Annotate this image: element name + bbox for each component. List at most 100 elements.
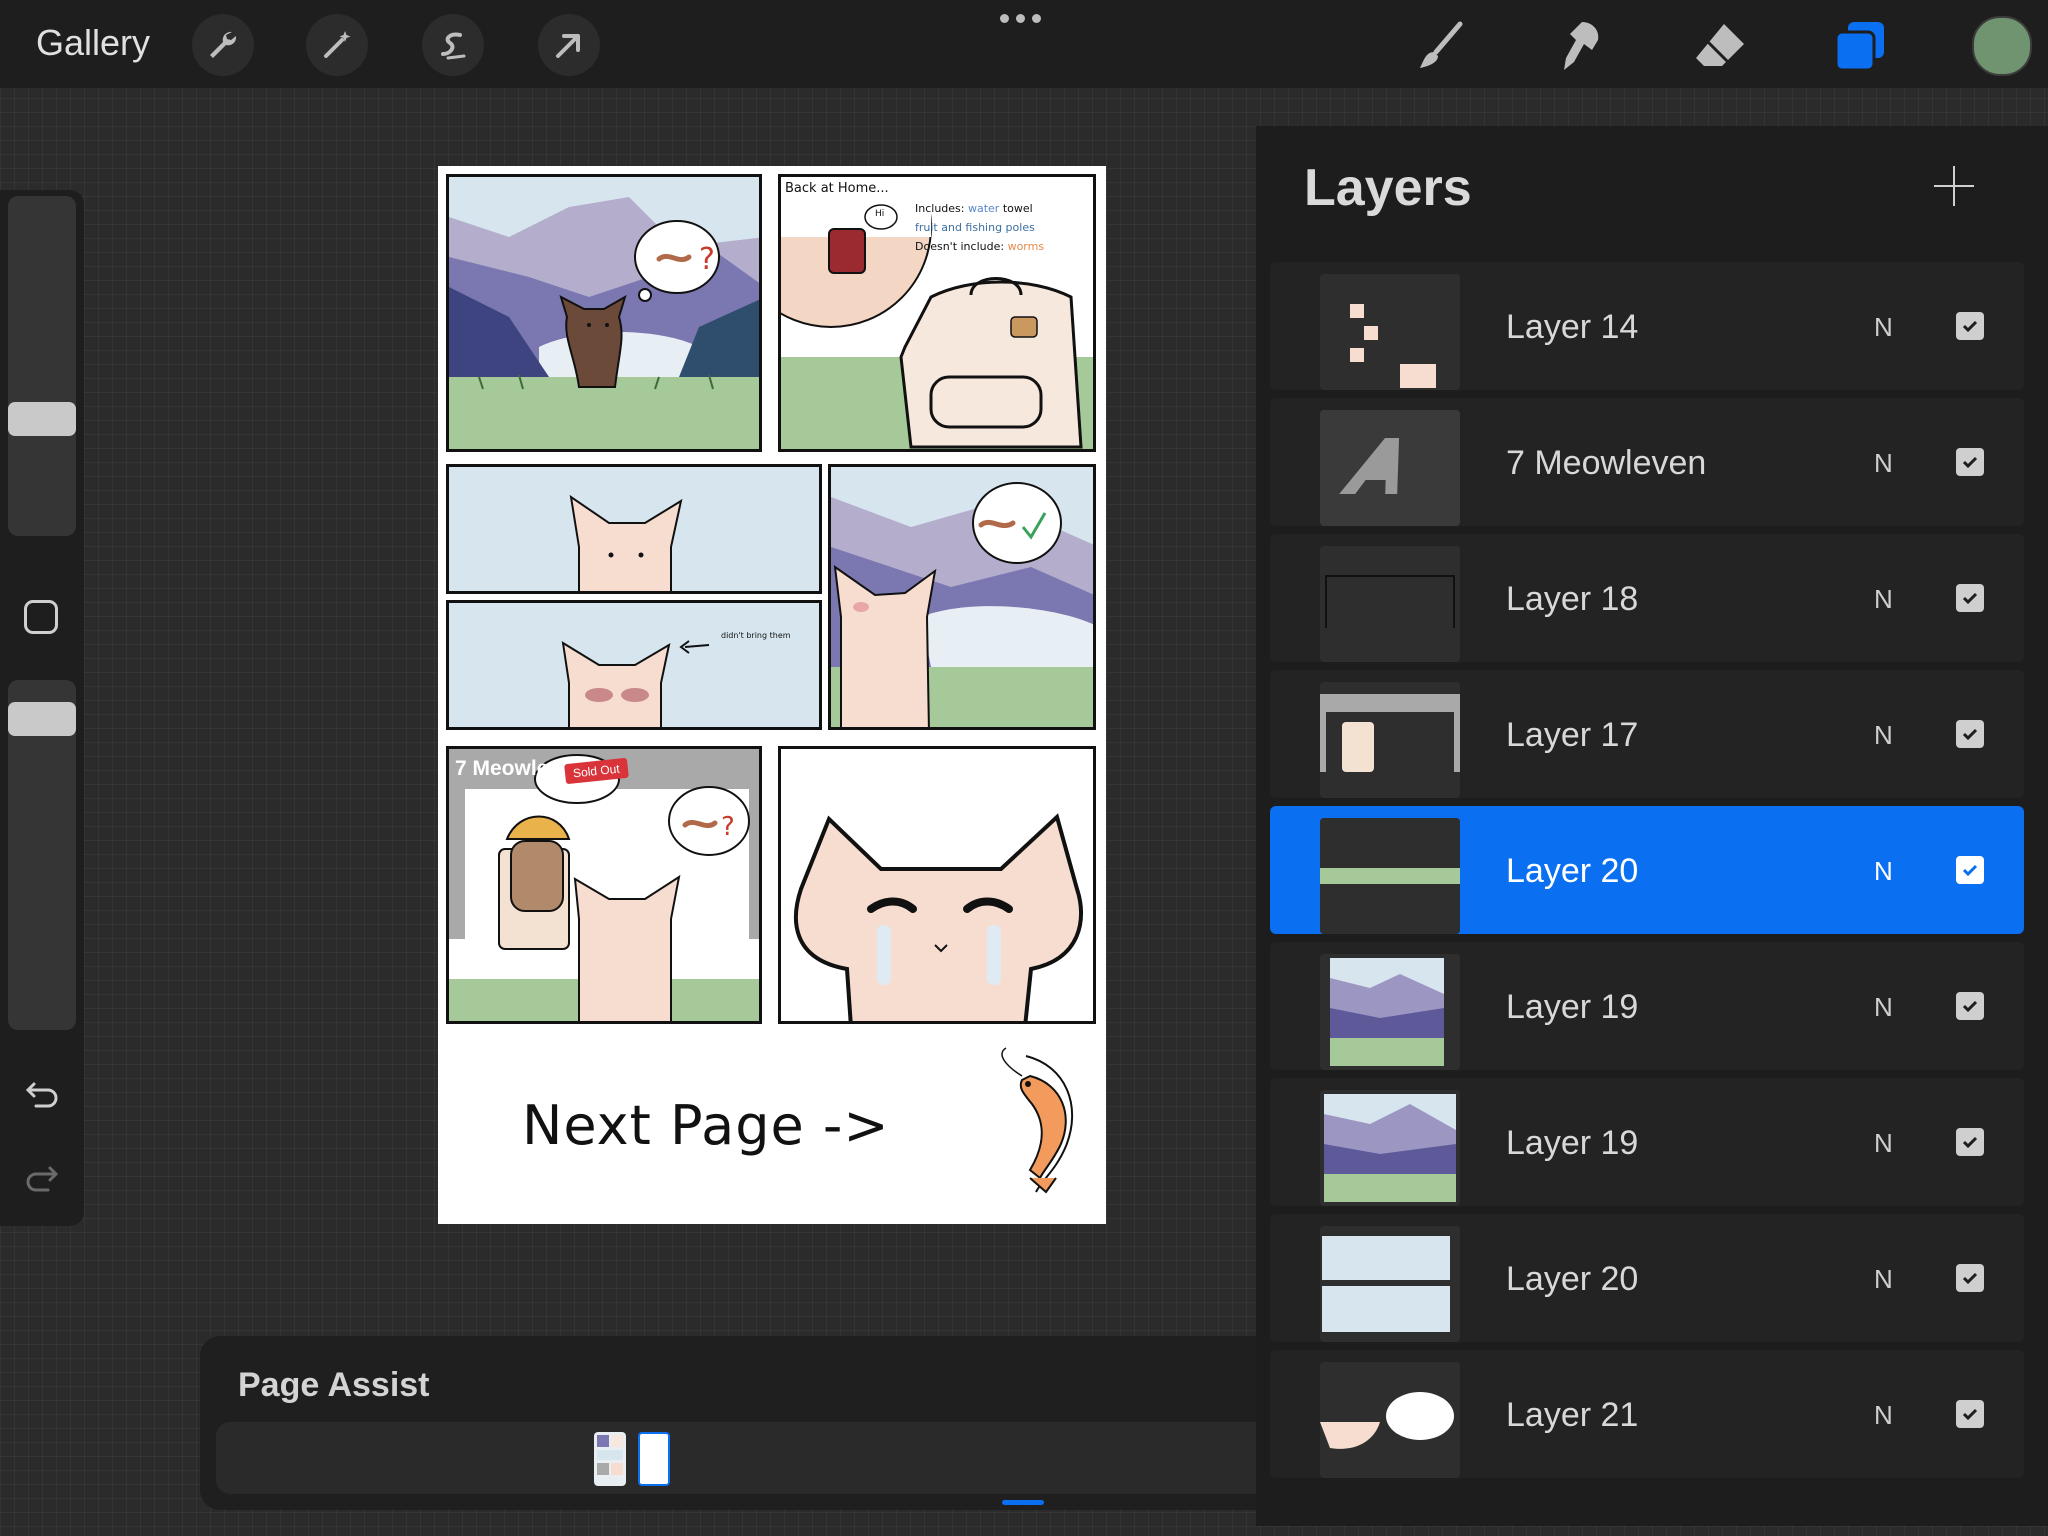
comic-panel-7 [778,746,1096,1024]
blend-mode[interactable]: N [1874,992,1893,1023]
includes-fruit-poles: fruit and fishing poles [915,221,1035,234]
comic-panel-5 [828,464,1096,730]
checkmark-icon [1962,320,1978,333]
home-indicator [1002,1500,1044,1505]
visibility-checkbox[interactable] [1956,1128,1984,1156]
blend-mode[interactable]: N [1874,1128,1893,1159]
layer-thumbnail-art [1320,954,1460,1070]
panel-2-small-bubble-text: Hi [875,209,885,219]
layer-thumbnail [1320,1362,1460,1478]
layer-name: Layer 18 [1506,580,1639,618]
layer-row[interactable]: Layer 19 N [1270,942,2024,1070]
layer-name: Layer 17 [1506,716,1639,754]
comic-panel-4: didn't bring them [446,600,822,730]
top-toolbar: Gallery [0,0,2048,88]
layer-thumbnail-art [1320,818,1460,934]
layer-row[interactable]: Layer 17 N [1270,670,2024,798]
redo-button[interactable] [20,1154,64,1198]
layers-button[interactable] [1830,16,1890,76]
undo-button[interactable] [20,1070,64,1114]
layer-name: Layer 20 [1506,852,1639,890]
page-assist-title: Page Assist [238,1366,430,1404]
blend-mode[interactable]: N [1874,1264,1893,1295]
modify-button[interactable] [24,600,58,634]
layers-icon [1834,22,1884,72]
visibility-checkbox[interactable] [1956,448,1984,476]
layer-thumbnail-art [1320,682,1460,798]
layer-name: 7 Meowleven [1506,444,1707,482]
adjustments-button[interactable] [306,14,368,76]
panel-2-caption: Back at Home... [785,181,889,196]
transform-button[interactable] [538,14,600,76]
wrench-icon [210,31,237,58]
eraser-icon [1696,24,1744,66]
actions-button[interactable] [192,14,254,76]
smudge-icon [1564,22,1599,70]
layer-row[interactable]: Layer 19 N [1270,1078,2024,1206]
comic-panel-3 [446,464,822,594]
layer-name: Layer 14 [1506,308,1639,346]
text-layer-thumbnail [1320,410,1460,526]
smudge-button[interactable] [1550,16,1610,76]
plus-icon[interactable] [1932,164,1976,208]
page-thumbnail-2-active[interactable] [638,1432,670,1486]
layer-thumbnail-art [1320,1362,1460,1478]
selection-icon [441,32,466,60]
page-thumbnail-1[interactable] [594,1432,626,1486]
eraser-button[interactable] [1690,16,1750,76]
checkmark-icon [1962,1408,1978,1421]
comic-panel-1: ? [446,174,762,452]
includes-towel: towel [1002,202,1033,215]
svg-text:?: ? [699,242,715,277]
visibility-checkbox[interactable] [1956,1400,1984,1428]
layer-row[interactable]: Layer 21 N [1270,1350,2024,1478]
gallery-button[interactable]: Gallery [36,22,150,64]
lake-scene-illustration: ? [449,177,759,449]
visibility-checkbox[interactable] [1956,312,1984,340]
layer-row[interactable]: Layer 20 N [1270,1214,2024,1342]
cat-face-illustration [449,467,819,591]
brush-button[interactable] [1410,16,1470,76]
brush-size-thumb[interactable] [8,402,76,436]
brush-size-slider[interactable] [8,196,76,536]
layer-row[interactable]: 7 Meowleven N [1270,398,2024,526]
blend-mode[interactable]: N [1874,1400,1893,1431]
doesnt-include-label: Doesn't include: [915,240,1005,253]
layer-row-selected[interactable]: Layer 20 N [1270,806,2024,934]
doesnt-include-worms: worms [1007,240,1045,253]
color-picker-button[interactable] [1972,16,2032,76]
layer-thumbnail-art [1320,274,1460,390]
store-sign: 7 Meowleve [455,757,572,780]
blend-mode[interactable]: N [1874,312,1893,343]
more-dots-icon[interactable] [1000,14,1041,23]
blend-mode[interactable]: N [1874,584,1893,615]
visibility-checkbox[interactable] [1956,1264,1984,1292]
layer-row[interactable]: Layer 14 N [1270,262,2024,390]
visibility-checkbox[interactable] [1956,856,1984,884]
text-layer-icon [1320,410,1460,526]
page-thumbnail-art [597,1435,623,1475]
blend-mode[interactable]: N [1874,448,1893,479]
visibility-checkbox[interactable] [1956,992,1984,1020]
opacity-thumb[interactable] [8,702,76,736]
next-page-text: Next Page -> [522,1094,890,1157]
selection-button[interactable] [422,14,484,76]
redo-icon [26,1166,59,1192]
layer-thumbnail [1320,954,1460,1070]
canvas-page[interactable]: ? Back at Home... Hi Includes: water tow… [438,166,1106,1224]
blend-mode[interactable]: N [1874,856,1893,887]
comic-panel-6: ? 7 Meowleve Sold Out [446,746,762,1024]
layer-row[interactable]: Layer 18 N [1270,534,2024,662]
shrimp-illustration [1001,1047,1074,1194]
layer-thumbnail [1320,818,1460,934]
visibility-checkbox[interactable] [1956,584,1984,612]
checkmark-icon [1962,456,1978,469]
layer-thumbnail [1320,1226,1460,1342]
left-sidebar [0,190,84,1226]
checkmark-icon [1962,1136,1978,1149]
layers-title: Layers [1304,159,1472,217]
blend-mode[interactable]: N [1874,720,1893,751]
visibility-checkbox[interactable] [1956,720,1984,748]
layer-name: Layer 21 [1506,1396,1639,1434]
page-thumbnail-strip[interactable] [216,1422,1256,1494]
